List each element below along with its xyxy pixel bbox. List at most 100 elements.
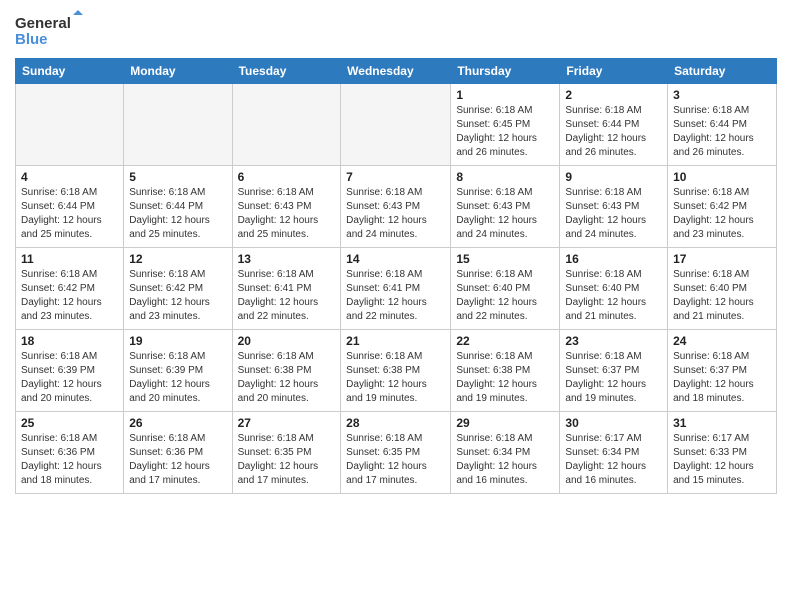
day-info: Sunrise: 6:17 AM Sunset: 6:34 PM Dayligh… [565,432,662,488]
calendar-week-row: 1 Sunrise: 6:18 AM Sunset: 6:45 PM Daylig… [16,84,777,166]
calendar-cell [341,84,451,166]
day-info: Sunrise: 6:18 AM Sunset: 6:44 PM Dayligh… [21,186,118,242]
calendar-day-header: Sunday [16,59,124,84]
day-number: 4 [21,170,118,184]
calendar-cell: 16Sunrise: 6:18 AM Sunset: 6:40 PM Dayli… [560,248,668,330]
calendar-cell: 7 Sunrise: 6:18 AM Sunset: 6:43 PM Daylig… [341,166,451,248]
calendar-cell: 8Sunrise: 6:18 AM Sunset: 6:43 PM Daylig… [451,166,560,248]
day-number: 19 [129,334,226,348]
day-info: Sunrise: 6:18 AM Sunset: 6:44 PM Dayligh… [565,104,662,160]
logo: General Blue [15,10,85,50]
day-info: Sunrise: 6:18 AM Sunset: 6:35 PM Dayligh… [346,432,445,488]
day-info: Sunrise: 6:18 AM Sunset: 6:43 PM Dayligh… [238,186,336,242]
calendar-cell: 2 Sunrise: 6:18 AM Sunset: 6:44 PM Daylig… [560,84,668,166]
day-info: Sunrise: 6:18 AM Sunset: 6:42 PM Dayligh… [129,268,226,324]
calendar-cell: 14 Sunrise: 6:18 AM Sunset: 6:41 PM Dayli… [341,248,451,330]
day-number: 11 [21,252,118,266]
calendar-day-header: Friday [560,59,668,84]
day-info: Sunrise: 6:18 AM Sunset: 6:41 PM Dayligh… [346,268,445,324]
day-number: 26 [129,416,226,430]
day-info: Sunrise: 6:18 AM Sunset: 6:37 PM Dayligh… [673,350,771,406]
day-info: Sunrise: 6:18 AM Sunset: 6:43 PM Dayligh… [565,186,662,242]
calendar-cell: 15Sunrise: 6:18 AM Sunset: 6:40 PM Dayli… [451,248,560,330]
day-number: 30 [565,416,662,430]
calendar-cell: 28 Sunrise: 6:18 AM Sunset: 6:35 PM Dayli… [341,412,451,494]
calendar-cell [232,84,341,166]
day-info: Sunrise: 6:18 AM Sunset: 6:39 PM Dayligh… [129,350,226,406]
calendar-cell: 9 Sunrise: 6:18 AM Sunset: 6:43 PM Daylig… [560,166,668,248]
day-number: 28 [346,416,445,430]
day-info: Sunrise: 6:18 AM Sunset: 6:36 PM Dayligh… [21,432,118,488]
calendar-day-header: Saturday [668,59,777,84]
day-info: Sunrise: 6:18 AM Sunset: 6:34 PM Dayligh… [456,432,554,488]
calendar-week-row: 25 Sunrise: 6:18 AM Sunset: 6:36 PM Dayli… [16,412,777,494]
day-number: 10 [673,170,771,184]
calendar-cell: 26 Sunrise: 6:18 AM Sunset: 6:36 PM Dayli… [124,412,232,494]
calendar-cell: 5 Sunrise: 6:18 AM Sunset: 6:44 PM Daylig… [124,166,232,248]
calendar-cell [124,84,232,166]
day-number: 31 [673,416,771,430]
day-number: 21 [346,334,445,348]
day-number: 1 [456,88,554,102]
header: General Blue [15,10,777,50]
calendar-cell: 3Sunrise: 6:18 AM Sunset: 6:44 PM Daylig… [668,84,777,166]
day-info: Sunrise: 6:18 AM Sunset: 6:43 PM Dayligh… [456,186,554,242]
day-number: 29 [456,416,554,430]
calendar-week-row: 4 Sunrise: 6:18 AM Sunset: 6:44 PM Daylig… [16,166,777,248]
day-number: 14 [346,252,445,266]
day-number: 23 [565,334,662,348]
day-number: 9 [565,170,662,184]
calendar-cell: 12Sunrise: 6:18 AM Sunset: 6:42 PM Dayli… [124,248,232,330]
day-info: Sunrise: 6:18 AM Sunset: 6:41 PM Dayligh… [238,268,336,324]
day-info: Sunrise: 6:18 AM Sunset: 6:40 PM Dayligh… [456,268,554,324]
day-number: 27 [238,416,336,430]
day-number: 5 [129,170,226,184]
day-number: 17 [673,252,771,266]
day-number: 3 [673,88,771,102]
day-info: Sunrise: 6:18 AM Sunset: 6:42 PM Dayligh… [673,186,771,242]
calendar-cell: 27 Sunrise: 6:18 AM Sunset: 6:35 PM Dayli… [232,412,341,494]
logo-svg: General Blue [15,10,85,50]
calendar-cell: 11 Sunrise: 6:18 AM Sunset: 6:42 PM Dayli… [16,248,124,330]
day-info: Sunrise: 6:18 AM Sunset: 6:39 PM Dayligh… [21,350,118,406]
calendar-cell: 10 Sunrise: 6:18 AM Sunset: 6:42 PM Dayli… [668,166,777,248]
day-number: 16 [565,252,662,266]
calendar-cell: 24Sunrise: 6:18 AM Sunset: 6:37 PM Dayli… [668,330,777,412]
day-number: 2 [565,88,662,102]
calendar-cell: 31Sunrise: 6:17 AM Sunset: 6:33 PM Dayli… [668,412,777,494]
calendar-day-header: Wednesday [341,59,451,84]
calendar-cell: 18Sunrise: 6:18 AM Sunset: 6:39 PM Dayli… [16,330,124,412]
page: General Blue SundayMondayTuesdayWednesda… [0,0,792,612]
calendar-cell: 13 Sunrise: 6:18 AM Sunset: 6:41 PM Dayli… [232,248,341,330]
day-info: Sunrise: 6:18 AM Sunset: 6:36 PM Dayligh… [129,432,226,488]
calendar-cell: 1 Sunrise: 6:18 AM Sunset: 6:45 PM Daylig… [451,84,560,166]
calendar-cell: 23 Sunrise: 6:18 AM Sunset: 6:37 PM Dayli… [560,330,668,412]
day-info: Sunrise: 6:18 AM Sunset: 6:43 PM Dayligh… [346,186,445,242]
day-info: Sunrise: 6:18 AM Sunset: 6:44 PM Dayligh… [129,186,226,242]
calendar-cell: 17 Sunrise: 6:18 AM Sunset: 6:40 PM Dayli… [668,248,777,330]
day-number: 20 [238,334,336,348]
calendar-cell: 6Sunrise: 6:18 AM Sunset: 6:43 PM Daylig… [232,166,341,248]
svg-text:General: General [15,15,71,32]
calendar-cell: 25 Sunrise: 6:18 AM Sunset: 6:36 PM Dayli… [16,412,124,494]
calendar-day-header: Thursday [451,59,560,84]
calendar-week-row: 11 Sunrise: 6:18 AM Sunset: 6:42 PM Dayli… [16,248,777,330]
day-info: Sunrise: 6:18 AM Sunset: 6:40 PM Dayligh… [673,268,771,324]
day-info: Sunrise: 6:18 AM Sunset: 6:35 PM Dayligh… [238,432,336,488]
calendar-header-row: SundayMondayTuesdayWednesdayThursdayFrid… [16,59,777,84]
calendar-table: SundayMondayTuesdayWednesdayThursdayFrid… [15,58,777,494]
day-number: 7 [346,170,445,184]
calendar-cell: 20Sunrise: 6:18 AM Sunset: 6:38 PM Dayli… [232,330,341,412]
svg-text:Blue: Blue [15,31,48,48]
day-info: Sunrise: 6:18 AM Sunset: 6:42 PM Dayligh… [21,268,118,324]
day-info: Sunrise: 6:18 AM Sunset: 6:37 PM Dayligh… [565,350,662,406]
calendar-cell: 4 Sunrise: 6:18 AM Sunset: 6:44 PM Daylig… [16,166,124,248]
calendar-cell: 22Sunrise: 6:18 AM Sunset: 6:38 PM Dayli… [451,330,560,412]
calendar-cell: 19 Sunrise: 6:18 AM Sunset: 6:39 PM Dayli… [124,330,232,412]
calendar-week-row: 18Sunrise: 6:18 AM Sunset: 6:39 PM Dayli… [16,330,777,412]
day-number: 25 [21,416,118,430]
day-info: Sunrise: 6:18 AM Sunset: 6:45 PM Dayligh… [456,104,554,160]
calendar-cell: 29 Sunrise: 6:18 AM Sunset: 6:34 PM Dayli… [451,412,560,494]
day-number: 13 [238,252,336,266]
calendar-cell [16,84,124,166]
